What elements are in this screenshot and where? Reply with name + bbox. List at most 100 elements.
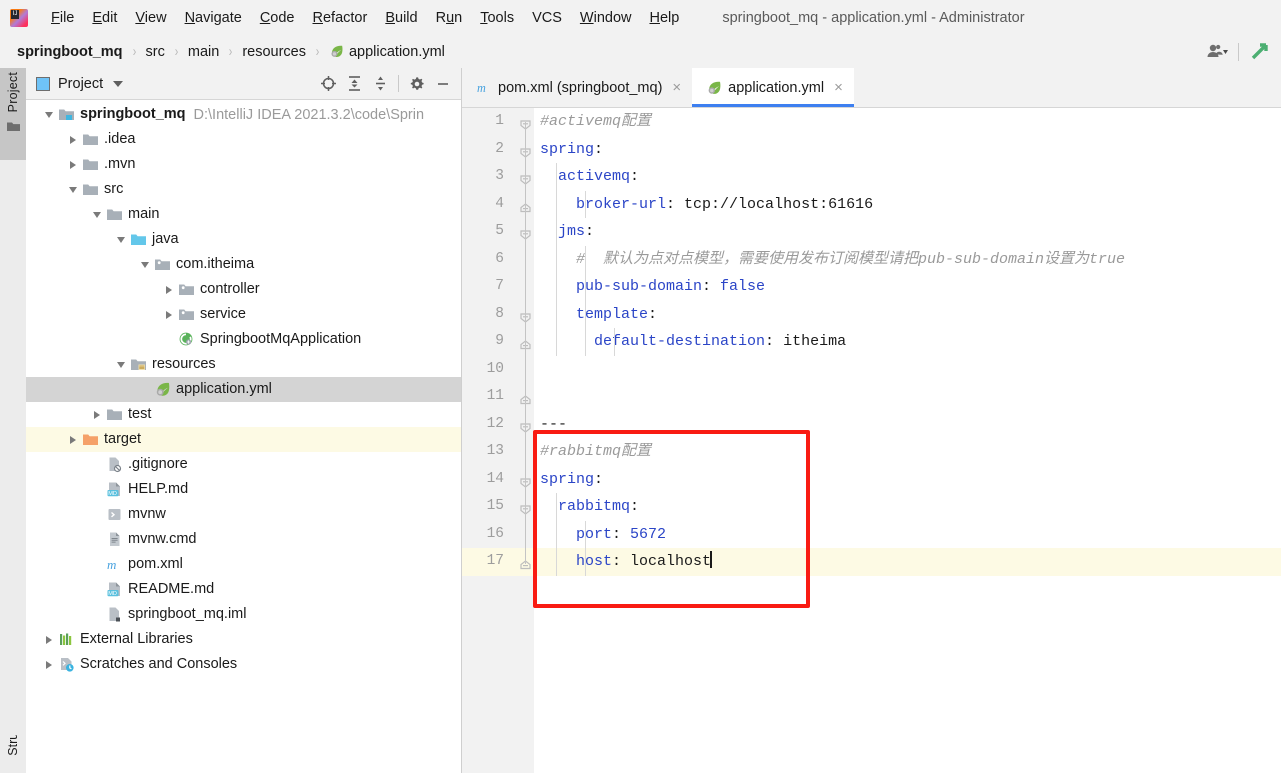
code-line[interactable]: host: localhost bbox=[534, 548, 1281, 576]
gutter-line[interactable]: 14 bbox=[462, 466, 534, 494]
tree-node-scratches-and-consoles[interactable]: Scratches and Consoles bbox=[26, 652, 461, 677]
menu-item-build[interactable]: Build bbox=[376, 7, 426, 29]
chevron-down-icon[interactable] bbox=[112, 352, 130, 377]
locate-icon[interactable] bbox=[316, 72, 340, 96]
gutter-line[interactable]: 9 bbox=[462, 328, 534, 356]
tree-node-resources[interactable]: resources bbox=[26, 352, 461, 377]
gutter-line[interactable]: 6 bbox=[462, 246, 534, 274]
chevron-down-icon[interactable] bbox=[40, 102, 58, 127]
gutter-line[interactable]: 2 bbox=[462, 136, 534, 164]
chevron-down-icon[interactable] bbox=[88, 202, 106, 227]
chevron-right-icon[interactable] bbox=[64, 127, 82, 152]
chevron-right-icon[interactable] bbox=[160, 277, 178, 302]
code-line[interactable]: pub-sub-domain: false bbox=[534, 273, 1281, 301]
tree-node-target[interactable]: target bbox=[26, 427, 461, 452]
settings-gear-icon[interactable] bbox=[405, 72, 429, 96]
tree-node-springboot-mq-iml[interactable]: springboot_mq.iml bbox=[26, 602, 461, 627]
menu-item-navigate[interactable]: Navigate bbox=[176, 7, 251, 29]
code-line[interactable]: broker-url: tcp://localhost:61616 bbox=[534, 191, 1281, 219]
breadcrumb-item-src[interactable]: src bbox=[143, 43, 168, 61]
gutter-line[interactable]: 4 bbox=[462, 191, 534, 219]
gutter-line[interactable]: 11 bbox=[462, 383, 534, 411]
code-editor[interactable]: 1 2 3 4 5 6 7 8 9 10 11 12 13 14 15 16 17 #activemq配置 spr… bbox=[462, 108, 1281, 773]
gutter-line[interactable]: 1 bbox=[462, 108, 534, 136]
code-line[interactable]: port: 5672 bbox=[534, 521, 1281, 549]
code-line[interactable]: #rabbitmq配置 bbox=[534, 438, 1281, 466]
editor-tab-application-yml[interactable]: application.yml × bbox=[692, 68, 854, 107]
editor-code-content[interactable]: #activemq配置 spring: activemq: broker-url:… bbox=[534, 108, 1281, 773]
expand-all-icon[interactable] bbox=[342, 72, 366, 96]
chevron-right-icon[interactable] bbox=[64, 152, 82, 177]
code-line[interactable]: --- bbox=[534, 411, 1281, 439]
gutter-line[interactable]: 16 bbox=[462, 521, 534, 549]
gutter-line[interactable]: 12 bbox=[462, 411, 534, 439]
breadcrumb-item-springboot-mq[interactable]: springboot_mq bbox=[14, 43, 126, 61]
collapse-all-icon[interactable] bbox=[368, 72, 392, 96]
chevron-down-icon[interactable] bbox=[136, 252, 154, 277]
tree-node-springboot-mq[interactable]: springboot_mq D:\IntelliJ IDEA 2021.3.2\c… bbox=[26, 102, 461, 127]
tool-window-tab-project[interactable]: Project bbox=[0, 68, 26, 160]
search-everywhere-icon[interactable] bbox=[1249, 41, 1275, 63]
tree-node-external-libraries[interactable]: External Libraries bbox=[26, 627, 461, 652]
gutter-line[interactable]: 17 bbox=[462, 548, 534, 576]
tree-node-src[interactable]: src bbox=[26, 177, 461, 202]
tree-node-test[interactable]: test bbox=[26, 402, 461, 427]
chevron-down-icon[interactable] bbox=[113, 80, 124, 87]
tree-node--idea[interactable]: .idea bbox=[26, 127, 461, 152]
chevron-right-icon[interactable] bbox=[40, 652, 58, 677]
close-icon[interactable]: × bbox=[834, 80, 843, 95]
gutter-line[interactable]: 13 bbox=[462, 438, 534, 466]
tree-node-controller[interactable]: controller bbox=[26, 277, 461, 302]
code-line[interactable]: jms: bbox=[534, 218, 1281, 246]
code-line[interactable]: # 默认为点对点模型，需要使用发布订阅模型请把pub-sub-domain设置为… bbox=[534, 246, 1281, 274]
menu-item-vcs[interactable]: VCS bbox=[523, 7, 571, 29]
user-avatar-icon[interactable] bbox=[1206, 43, 1228, 61]
editor-tab-pom-xml[interactable]: m pom.xml (springboot_mq) × bbox=[462, 68, 692, 107]
menu-item-view[interactable]: View bbox=[126, 7, 175, 29]
close-icon[interactable]: × bbox=[672, 80, 681, 95]
tree-node--gitignore[interactable]: .gitignore bbox=[26, 452, 461, 477]
tree-node-readme-md[interactable]: MD README.md bbox=[26, 577, 461, 602]
gutter-line[interactable]: 7 bbox=[462, 273, 534, 301]
tree-node-pom-xml[interactable]: m pom.xml bbox=[26, 552, 461, 577]
code-line[interactable]: spring: bbox=[534, 466, 1281, 494]
chevron-right-icon[interactable] bbox=[40, 627, 58, 652]
menu-item-code[interactable]: Code bbox=[251, 7, 304, 29]
chevron-right-icon[interactable] bbox=[160, 302, 178, 327]
tool-window-tab-structure[interactable]: Structure bbox=[0, 735, 26, 773]
tree-node-help-md[interactable]: MD HELP.md bbox=[26, 477, 461, 502]
breadcrumb-item-resources[interactable]: resources bbox=[239, 43, 309, 61]
breadcrumb-item-application-yml[interactable]: application.yml bbox=[326, 43, 448, 61]
code-line[interactable]: spring: bbox=[534, 136, 1281, 164]
tree-node-service[interactable]: service bbox=[26, 302, 461, 327]
gutter-line[interactable]: 8 bbox=[462, 301, 534, 329]
menu-item-run[interactable]: Run bbox=[427, 7, 472, 29]
gutter-line[interactable]: 5 bbox=[462, 218, 534, 246]
chevron-down-icon[interactable] bbox=[64, 177, 82, 202]
gutter-line[interactable]: 10 bbox=[462, 356, 534, 384]
tree-node-mvnw[interactable]: mvnw bbox=[26, 502, 461, 527]
code-line[interactable]: rabbitmq: bbox=[534, 493, 1281, 521]
tree-node-main[interactable]: main bbox=[26, 202, 461, 227]
editor-gutter[interactable]: 1 2 3 4 5 6 7 8 9 10 11 12 13 14 15 16 17 bbox=[462, 108, 534, 773]
menu-item-help[interactable]: Help bbox=[640, 7, 688, 29]
menu-item-file[interactable]: File bbox=[42, 7, 83, 29]
hide-tool-window-icon[interactable] bbox=[431, 72, 455, 96]
tree-node-mvnw-cmd[interactable]: mvnw.cmd bbox=[26, 527, 461, 552]
tree-node--mvn[interactable]: .mvn bbox=[26, 152, 461, 177]
tree-node-java[interactable]: java bbox=[26, 227, 461, 252]
chevron-right-icon[interactable] bbox=[64, 427, 82, 452]
tree-node-application-yml[interactable]: application.yml bbox=[26, 377, 461, 402]
chevron-down-icon[interactable] bbox=[112, 227, 130, 252]
code-line[interactable]: default-destination: itheima bbox=[534, 328, 1281, 356]
chevron-right-icon[interactable] bbox=[88, 402, 106, 427]
code-line[interactable]: template: bbox=[534, 301, 1281, 329]
tree-node-springbootmqapplication[interactable]: SpringbootMqApplication bbox=[26, 327, 461, 352]
menu-item-tools[interactable]: Tools bbox=[471, 7, 523, 29]
menu-item-edit[interactable]: Edit bbox=[83, 7, 126, 29]
breadcrumb-item-main[interactable]: main bbox=[185, 43, 222, 61]
menu-item-window[interactable]: Window bbox=[571, 7, 641, 29]
gutter-line[interactable]: 3 bbox=[462, 163, 534, 191]
menu-item-refactor[interactable]: Refactor bbox=[304, 7, 377, 29]
gutter-line[interactable]: 15 bbox=[462, 493, 534, 521]
